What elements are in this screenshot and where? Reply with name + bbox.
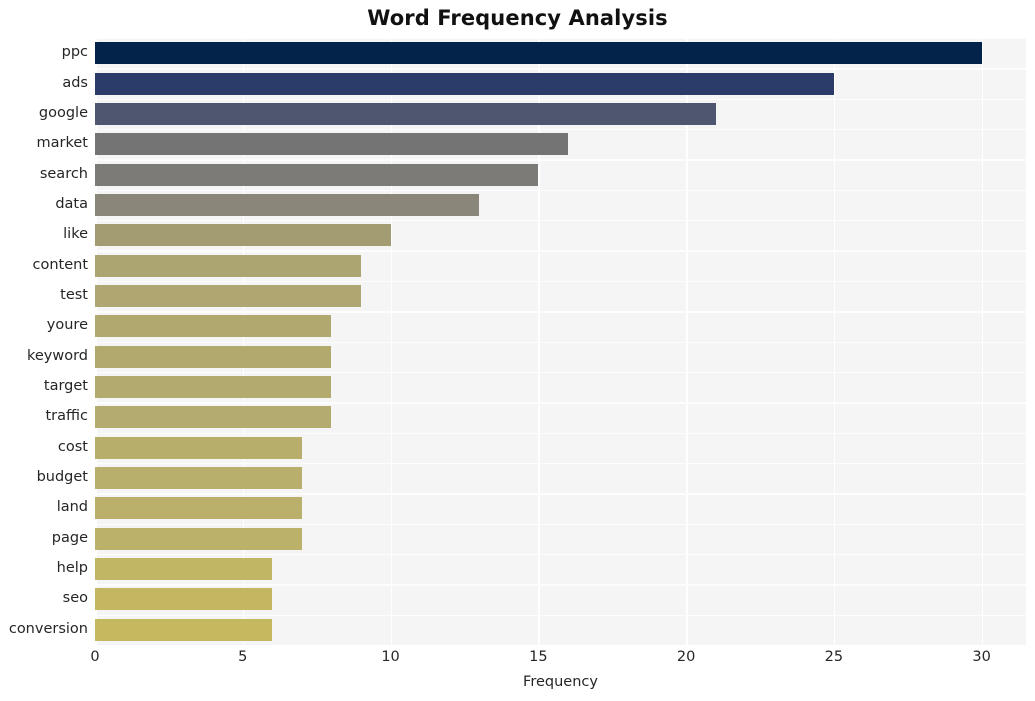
y-axis-tick-label: test: [60, 286, 88, 303]
bar: [95, 42, 982, 65]
y-axis-tick-label: conversion: [8, 620, 88, 637]
y-axis-tick-label: cost: [57, 438, 88, 455]
y-axis-tick-label: google: [38, 104, 88, 121]
bar: [95, 588, 273, 611]
x-axis-tick-label: 10: [381, 649, 400, 665]
y-axis-tick-label: like: [63, 226, 88, 243]
bar: [95, 315, 332, 338]
word-frequency-chart: Word Frequency Analysis ppc ads google mark…: [0, 0, 1035, 701]
bar: [95, 163, 539, 186]
y-axis-tick-label: target: [43, 378, 88, 395]
y-axis-tick-label: ads: [62, 74, 88, 91]
plot-area: [95, 38, 1026, 645]
bar: [95, 527, 302, 550]
y-gridline: [95, 523, 1026, 525]
y-gridline: [95, 462, 1026, 465]
y-gridline: [95, 280, 1026, 283]
y-gridline: [95, 553, 1026, 556]
y-axis-tick-label: keyword: [26, 347, 88, 364]
y-axis-tick-label: budget: [36, 469, 88, 486]
bar: [95, 406, 332, 429]
y-axis-tick-label: ppc: [61, 44, 88, 61]
chart-title: Word Frequency Analysis: [367, 6, 668, 30]
x-axis-tick-label: 0: [90, 649, 100, 665]
bar: [95, 558, 273, 581]
bar: [95, 72, 834, 95]
y-gridline: [95, 250, 1026, 252]
y-gridline: [95, 341, 1026, 343]
bar: [95, 436, 302, 459]
x-axis-tick-label: 5: [238, 649, 248, 665]
bar: [95, 193, 480, 216]
bar: [95, 284, 361, 307]
bar: [95, 467, 302, 490]
x-axis-tick-label: 25: [824, 649, 844, 665]
y-axis-tick-label: content: [32, 256, 88, 273]
x-axis-label: Frequency: [523, 674, 598, 690]
y-gridline: [95, 98, 1026, 101]
y-gridline: [95, 68, 1026, 70]
y-gridline: [95, 220, 1026, 222]
y-gridline: [95, 159, 1026, 161]
y-gridline: [95, 614, 1026, 617]
y-gridline: [95, 38, 1026, 40]
y-axis-tick-label: data: [55, 195, 88, 212]
bar: [95, 497, 302, 520]
y-gridline: [95, 432, 1026, 434]
y-axis-tick-label: page: [51, 529, 88, 546]
bar: [95, 618, 273, 641]
bar: [95, 224, 391, 247]
x-axis-tick-label: 30: [972, 649, 991, 665]
y-axis-tick-label: market: [36, 135, 88, 152]
y-gridline: [95, 584, 1026, 586]
y-gridline: [95, 402, 1026, 404]
bar: [95, 102, 716, 125]
bar: [95, 376, 332, 399]
y-axis-tick-label: youre: [46, 317, 88, 334]
y-gridline: [95, 189, 1026, 192]
y-gridline: [95, 311, 1026, 313]
y-axis-tick-label: traffic: [45, 408, 88, 425]
bar: [95, 133, 568, 156]
y-axis-tick-label: land: [56, 499, 88, 516]
y-gridline: [95, 371, 1026, 374]
x-axis-tick-label: 20: [676, 649, 696, 665]
y-axis-tick-label: seo: [62, 590, 88, 607]
bar: [95, 254, 361, 277]
y-gridline: [95, 129, 1026, 131]
y-axis-tick-label: help: [56, 560, 88, 577]
y-gridline: [95, 493, 1026, 495]
y-axis-tick-label: search: [39, 165, 88, 182]
bar: [95, 345, 332, 368]
x-axis-tick-label: 15: [529, 649, 548, 665]
